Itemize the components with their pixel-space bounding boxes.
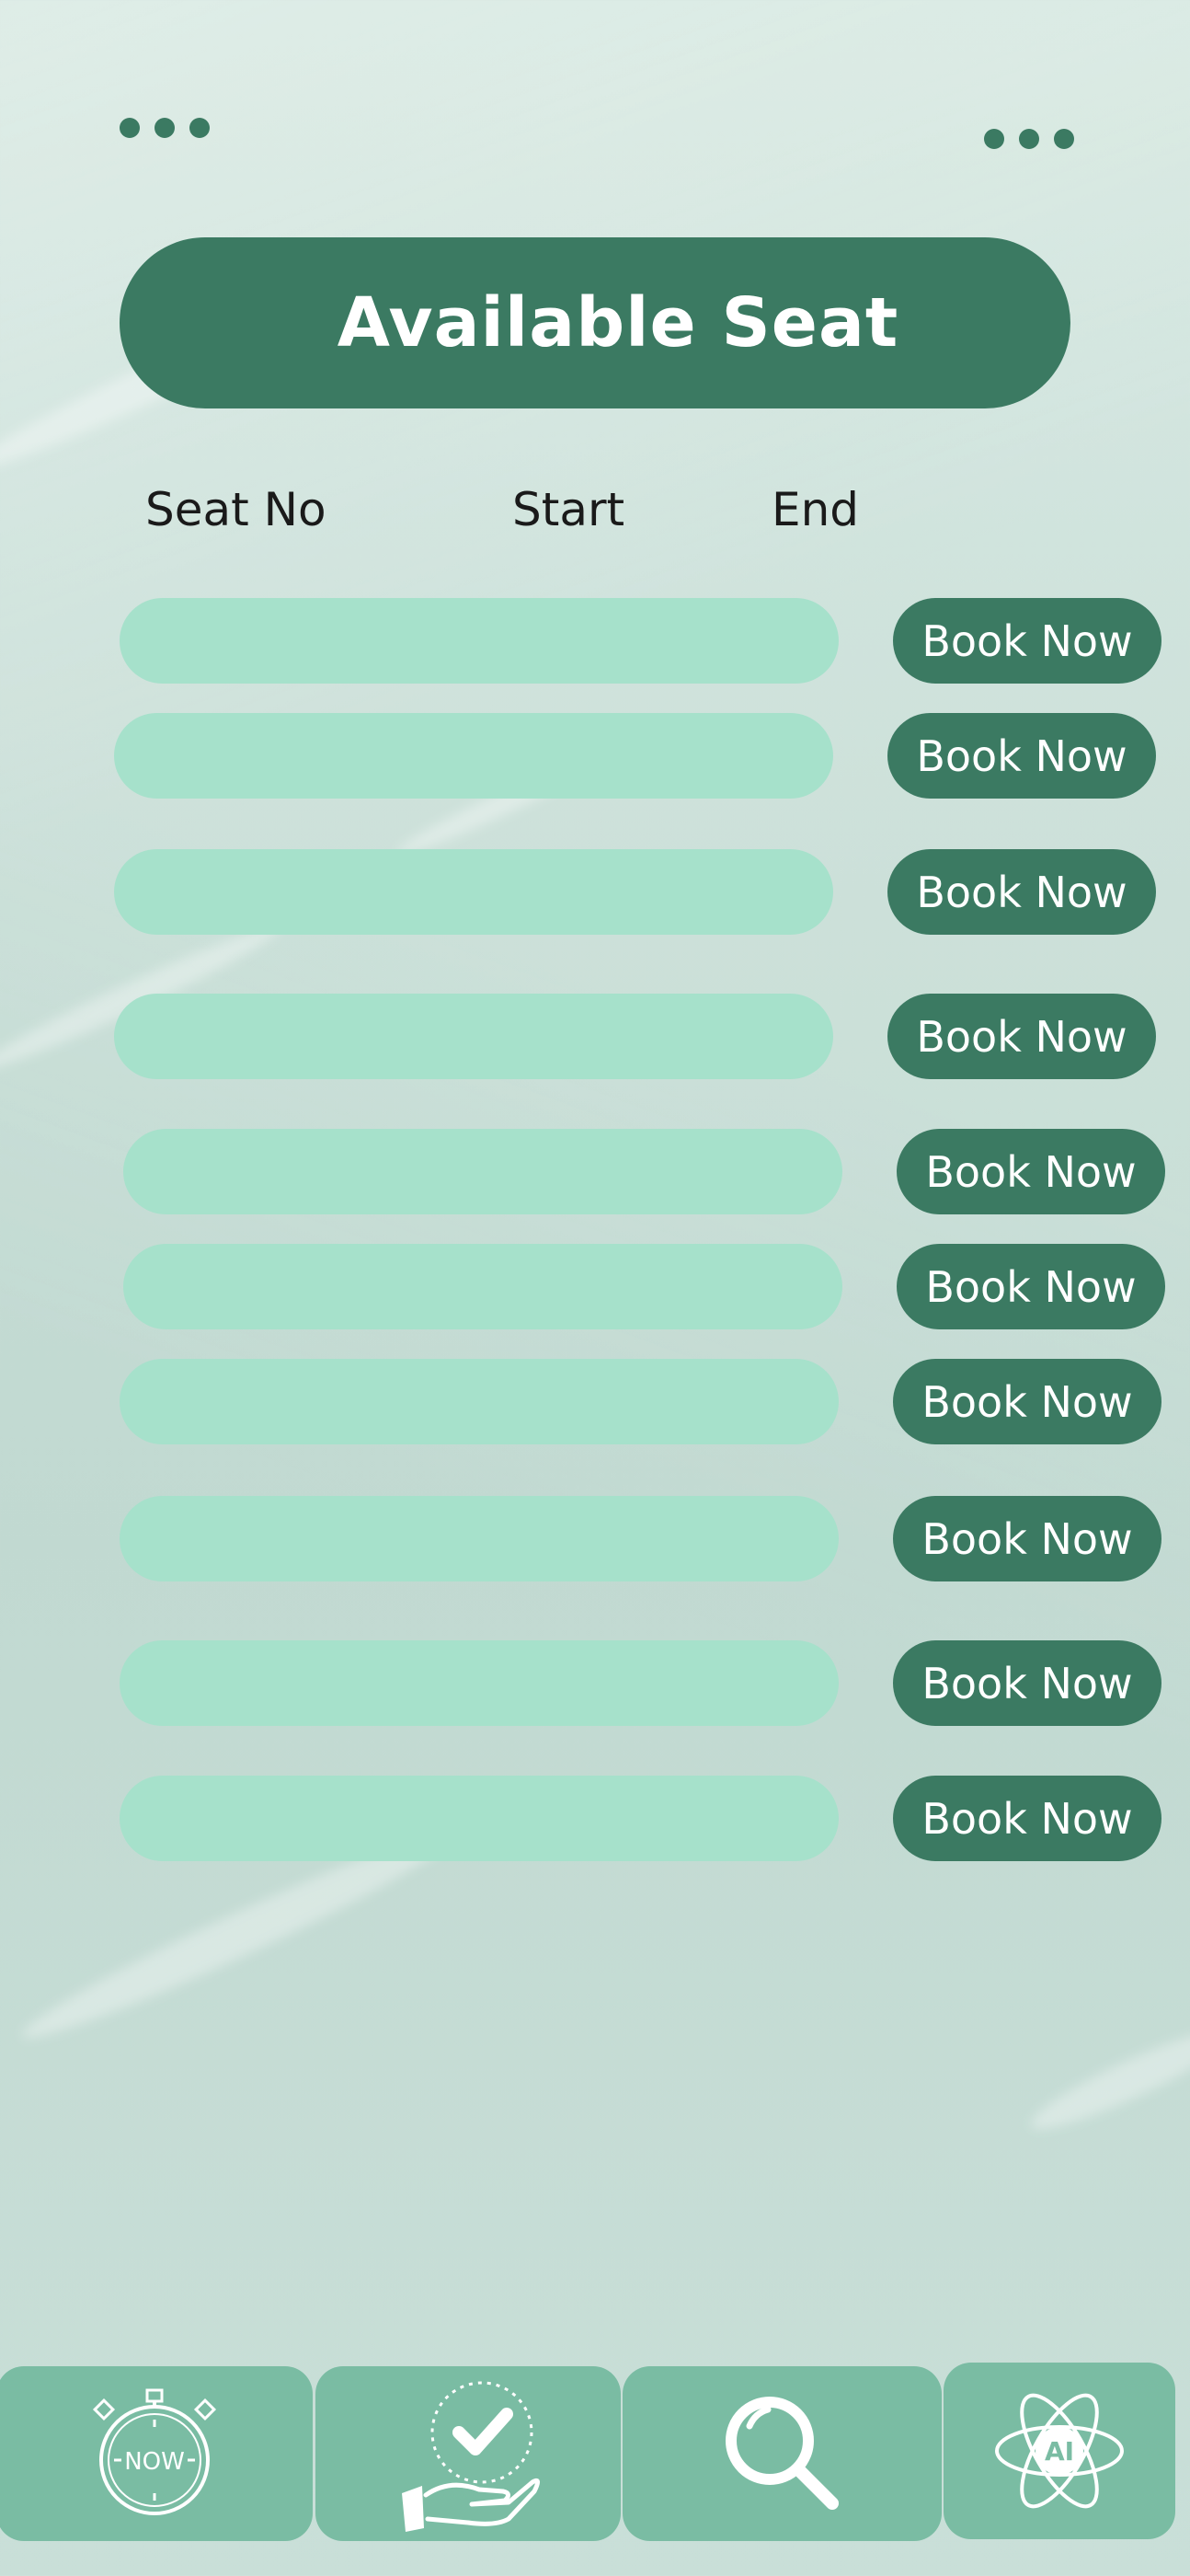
column-header-start: Start	[512, 483, 625, 536]
book-now-button[interactable]: Book Now	[897, 1129, 1165, 1214]
ai-atom-icon: AI	[995, 2393, 1124, 2509]
search-icon	[725, 2397, 839, 2510]
stopwatch-icon: NOW	[92, 2388, 217, 2515]
column-header-seat-no: Seat No	[145, 483, 326, 536]
page-title: Available Seat	[337, 283, 899, 362]
tab-bookings[interactable]	[315, 2366, 621, 2541]
column-header-end: End	[772, 483, 860, 536]
hand-check-icon	[402, 2381, 540, 2532]
book-now-button[interactable]: Book Now	[893, 1496, 1161, 1581]
book-now-button[interactable]: Book Now	[893, 1640, 1161, 1726]
seat-row	[120, 1359, 839, 1444]
book-now-button[interactable]: Book Now	[887, 849, 1156, 935]
seat-row	[123, 1129, 842, 1214]
seat-row	[120, 1640, 839, 1726]
seat-row	[120, 1776, 839, 1861]
book-now-button[interactable]: Book Now	[893, 1776, 1161, 1861]
seat-row	[114, 713, 833, 799]
book-now-button[interactable]: Book Now	[897, 1244, 1165, 1329]
tab-now[interactable]: NOW	[0, 2366, 313, 2541]
seat-row	[114, 849, 833, 935]
seat-row	[114, 994, 833, 1079]
book-now-button[interactable]: Book Now	[887, 994, 1156, 1079]
seat-row	[120, 1496, 839, 1581]
tab-ai[interactable]: AI	[944, 2363, 1175, 2539]
svg-text:AI: AI	[1045, 2436, 1074, 2467]
book-now-button[interactable]: Book Now	[887, 713, 1156, 799]
page-title-banner: Available Seat	[120, 237, 1070, 408]
tab-search[interactable]	[623, 2366, 942, 2541]
seat-row	[120, 598, 839, 684]
menu-dots-left-icon[interactable]	[120, 118, 210, 138]
svg-text:NOW: NOW	[124, 2448, 185, 2476]
background-streak	[1023, 2016, 1190, 2143]
book-now-button[interactable]: Book Now	[893, 1359, 1161, 1444]
menu-dots-right-icon[interactable]	[984, 129, 1074, 149]
seat-row	[123, 1244, 842, 1329]
book-now-button[interactable]: Book Now	[893, 598, 1161, 684]
